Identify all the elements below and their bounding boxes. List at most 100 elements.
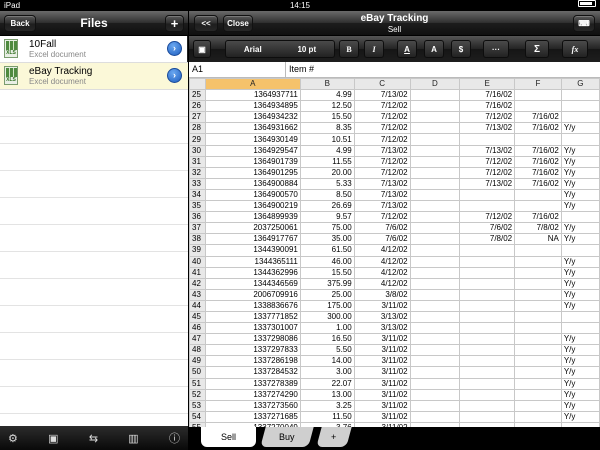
table-cell[interactable]: 7/13/02 bbox=[459, 122, 516, 135]
table-cell[interactable] bbox=[514, 399, 562, 412]
formula-value[interactable]: Item # bbox=[289, 62, 314, 77]
row-number[interactable]: 43 bbox=[189, 288, 206, 301]
table-cell[interactable]: 4.99 bbox=[299, 89, 355, 102]
table-cell[interactable]: 7/16/02 bbox=[514, 177, 562, 190]
row-number[interactable]: 46 bbox=[189, 322, 206, 335]
italic-button[interactable]: I bbox=[364, 40, 384, 58]
table-cell[interactable]: 7/13/02 bbox=[459, 144, 516, 157]
table-cell[interactable] bbox=[514, 410, 562, 423]
table-cell[interactable] bbox=[409, 200, 461, 213]
table-cell[interactable]: 7/12/02 bbox=[353, 111, 411, 124]
row-number[interactable]: 31 bbox=[189, 155, 206, 168]
table-cell[interactable]: Y/y bbox=[560, 344, 600, 357]
table-cell[interactable]: 2037250061 bbox=[204, 222, 301, 235]
table-cell[interactable]: 3/11/02 bbox=[353, 377, 411, 390]
table-cell[interactable]: 7/12/02 bbox=[353, 122, 411, 135]
more-button[interactable]: ··· bbox=[483, 40, 509, 58]
table-cell[interactable] bbox=[459, 244, 516, 257]
table-cell[interactable] bbox=[409, 322, 461, 335]
table-cell[interactable] bbox=[459, 288, 516, 301]
table-cell[interactable] bbox=[409, 144, 461, 157]
table-cell[interactable]: 175.00 bbox=[299, 299, 355, 312]
table-cell[interactable] bbox=[409, 166, 461, 179]
table-cell[interactable]: 1364934232 bbox=[204, 111, 301, 124]
table-cell[interactable]: 1364934895 bbox=[204, 100, 301, 113]
table-cell[interactable] bbox=[514, 344, 562, 357]
table-cell[interactable] bbox=[560, 89, 600, 102]
table-cell[interactable] bbox=[560, 322, 600, 335]
row-number[interactable]: 42 bbox=[189, 277, 206, 290]
table-cell[interactable] bbox=[560, 100, 600, 113]
table-cell[interactable]: 7/12/02 bbox=[459, 155, 516, 168]
table-cell[interactable]: 7/6/02 bbox=[459, 222, 516, 235]
table-cell[interactable] bbox=[409, 111, 461, 124]
table-cell[interactable]: Y/y bbox=[560, 277, 600, 290]
column-header[interactable]: B bbox=[299, 78, 355, 91]
table-cell[interactable]: 1338836676 bbox=[204, 299, 301, 312]
table-cell[interactable] bbox=[459, 377, 516, 390]
font-selector[interactable]: Arial 10 pt bbox=[225, 40, 335, 58]
table-cell[interactable] bbox=[459, 133, 516, 146]
row-number[interactable]: 53 bbox=[189, 399, 206, 412]
table-cell[interactable]: 7/16/02 bbox=[514, 122, 562, 135]
table-cell[interactable]: 300.00 bbox=[299, 310, 355, 324]
table-cell[interactable] bbox=[459, 388, 516, 401]
currency-icon[interactable]: $ bbox=[451, 40, 471, 58]
table-cell[interactable]: 1364900570 bbox=[204, 188, 301, 202]
tab-buy[interactable]: Buy bbox=[260, 427, 314, 447]
table-cell[interactable] bbox=[459, 333, 516, 346]
table-cell[interactable] bbox=[409, 355, 461, 368]
table-cell[interactable]: 26.69 bbox=[299, 200, 355, 213]
table-cell[interactable] bbox=[409, 377, 461, 390]
add-file-button[interactable]: + bbox=[165, 15, 184, 32]
table-cell[interactable]: 1.00 bbox=[299, 322, 355, 335]
table-cell[interactable] bbox=[409, 222, 461, 235]
table-cell[interactable] bbox=[459, 188, 516, 202]
table-cell[interactable] bbox=[459, 310, 516, 324]
row-number[interactable]: 37 bbox=[189, 222, 206, 235]
table-cell[interactable]: 1364899939 bbox=[204, 211, 301, 224]
table-cell[interactable]: Y/y bbox=[560, 144, 600, 157]
table-cell[interactable]: 11.50 bbox=[299, 410, 355, 423]
table-cell[interactable]: 7/13/02 bbox=[353, 188, 411, 202]
table-cell[interactable]: 7/13/02 bbox=[353, 177, 411, 190]
chevron-right-icon[interactable]: › bbox=[167, 41, 182, 56]
table-cell[interactable] bbox=[409, 89, 461, 102]
table-cell[interactable] bbox=[514, 89, 562, 102]
table-cell[interactable]: 7/6/02 bbox=[353, 233, 411, 246]
table-cell[interactable]: 1364930149 bbox=[204, 133, 301, 146]
table-cell[interactable]: Y/y bbox=[560, 388, 600, 401]
table-cell[interactable] bbox=[409, 299, 461, 312]
table-cell[interactable]: 1364931662 bbox=[204, 122, 301, 135]
table-cell[interactable]: 1364901295 bbox=[204, 166, 301, 179]
table-cell[interactable]: 14.00 bbox=[299, 355, 355, 368]
table-cell[interactable]: Y/y bbox=[560, 377, 600, 390]
table-cell[interactable]: 7/16/02 bbox=[514, 166, 562, 179]
table-cell[interactable] bbox=[409, 366, 461, 379]
table-cell[interactable]: NA bbox=[514, 233, 562, 246]
sum-button[interactable]: Σ bbox=[525, 40, 549, 58]
table-cell[interactable]: 1364917767 bbox=[204, 233, 301, 246]
table-cell[interactable]: 1337298086 bbox=[204, 333, 301, 346]
table-cell[interactable]: 22.07 bbox=[299, 377, 355, 390]
table-cell[interactable] bbox=[514, 200, 562, 213]
row-number[interactable]: 25 bbox=[189, 89, 206, 102]
table-cell[interactable]: 7/13/02 bbox=[353, 144, 411, 157]
row-number[interactable]: 26 bbox=[189, 100, 206, 113]
function-button[interactable]: fx bbox=[562, 40, 588, 58]
table-cell[interactable]: 7/12/02 bbox=[353, 100, 411, 113]
table-cell[interactable]: 375.99 bbox=[299, 277, 355, 290]
trash-icon[interactable]: ▥ bbox=[128, 432, 138, 445]
table-cell[interactable]: 1344362996 bbox=[204, 266, 301, 279]
table-cell[interactable]: 20.00 bbox=[299, 166, 355, 179]
table-cell[interactable] bbox=[409, 177, 461, 190]
table-cell[interactable] bbox=[409, 188, 461, 202]
table-cell[interactable] bbox=[514, 366, 562, 379]
keyboard-icon[interactable]: ⌨ bbox=[573, 15, 595, 32]
table-cell[interactable]: 7/12/02 bbox=[459, 211, 516, 224]
table-cell[interactable] bbox=[514, 244, 562, 257]
table-cell[interactable]: Y/y bbox=[560, 155, 600, 168]
row-number[interactable]: 51 bbox=[189, 377, 206, 390]
table-cell[interactable]: 1337284532 bbox=[204, 366, 301, 379]
info-icon[interactable]: ⓘ bbox=[169, 430, 180, 446]
